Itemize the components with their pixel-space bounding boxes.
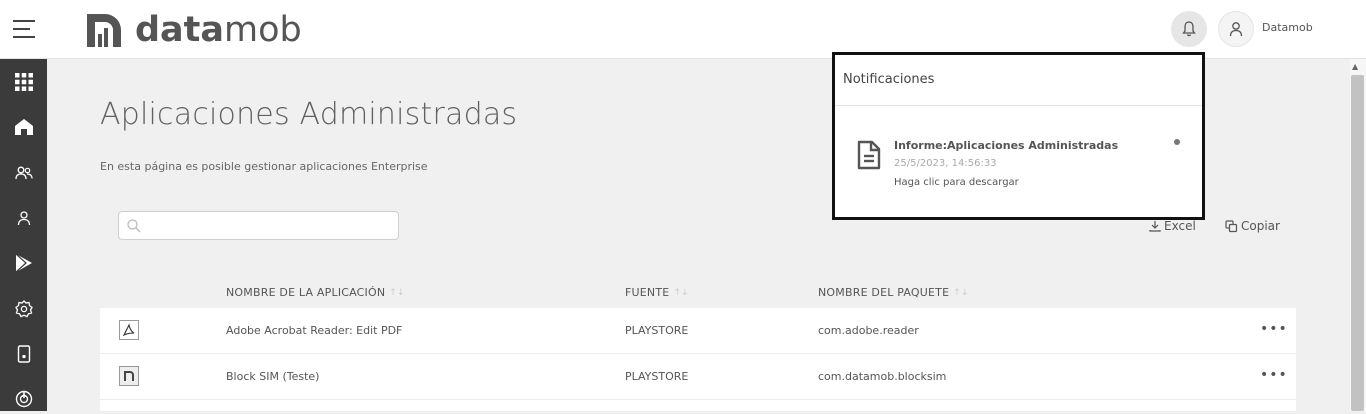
adobe-acrobat-app-icon bbox=[119, 320, 139, 340]
app-name: Block SIM (Teste) bbox=[226, 370, 320, 383]
user-name[interactable]: Datamob bbox=[1262, 21, 1313, 34]
sidebar-item-users[interactable] bbox=[0, 158, 47, 188]
divider bbox=[835, 105, 1202, 106]
sidebar-item-home[interactable] bbox=[0, 112, 47, 142]
play-store-icon bbox=[15, 253, 32, 273]
top-bar: datamob Datamob bbox=[0, 0, 1366, 59]
logo-mark-icon bbox=[87, 13, 121, 47]
sidebar-item-apps[interactable] bbox=[0, 67, 47, 97]
sidebar-item-playstore[interactable] bbox=[0, 248, 47, 278]
sort-icon: ↑↓ bbox=[389, 287, 405, 298]
unread-dot bbox=[1174, 139, 1180, 145]
search-icon bbox=[127, 219, 141, 233]
notification-title: Informe:Aplicaciones Administradas bbox=[894, 139, 1119, 152]
sidebar-item-power[interactable] bbox=[0, 384, 47, 414]
column-header-app-name[interactable]: NOMBRE DE LA APLICACIÓN ↑↓ bbox=[226, 286, 405, 299]
power-icon bbox=[15, 390, 32, 408]
page-title: Aplicaciones Administradas bbox=[100, 97, 518, 132]
user-avatar-button[interactable] bbox=[1218, 11, 1254, 47]
page-subtitle: En esta página es posible gestionar apli… bbox=[100, 160, 428, 173]
excel-export-button[interactable]: Excel bbox=[1149, 219, 1196, 233]
app-source: PLAYSTORE bbox=[625, 324, 689, 337]
scrollbar-thumb[interactable] bbox=[1351, 75, 1364, 411]
app-package: com.adobe.reader bbox=[818, 324, 919, 337]
home-icon bbox=[14, 119, 33, 135]
user-icon bbox=[17, 211, 30, 226]
sidebar bbox=[0, 59, 47, 411]
table-row[interactable] bbox=[100, 400, 1296, 412]
table-row[interactable]: Adobe Acrobat Reader: Edit PDF PLAYSTORE… bbox=[100, 308, 1296, 354]
copy-button[interactable]: Copiar bbox=[1225, 219, 1280, 233]
document-icon bbox=[857, 140, 881, 170]
device-icon bbox=[17, 345, 30, 363]
row-actions-button[interactable]: ••• bbox=[1260, 367, 1288, 383]
datamob-logo[interactable]: datamob bbox=[85, 10, 302, 50]
copy-icon bbox=[1225, 219, 1238, 232]
app-package: com.datamob.blocksim bbox=[818, 370, 947, 383]
app-name: Adobe Acrobat Reader: Edit PDF bbox=[226, 324, 403, 337]
block-sim-app-icon bbox=[119, 366, 139, 386]
notifications-title: Notificaciones bbox=[843, 72, 935, 87]
scroll-up-arrow-icon[interactable]: ▲ bbox=[1352, 62, 1358, 71]
search-input[interactable] bbox=[118, 211, 399, 240]
row-actions-button[interactable]: ••• bbox=[1260, 321, 1288, 337]
sidebar-item-user[interactable] bbox=[0, 203, 47, 233]
sidebar-item-device[interactable] bbox=[0, 339, 47, 369]
table-row[interactable]: Block SIM (Teste) PLAYSTORE com.datamob.… bbox=[100, 354, 1296, 400]
hamburger-icon[interactable] bbox=[13, 20, 35, 38]
download-icon bbox=[1149, 221, 1161, 232]
logo-text: datamob bbox=[135, 10, 302, 50]
notifications-button[interactable] bbox=[1171, 11, 1207, 47]
notifications-popup: Notificaciones Informe:Aplicaciones Admi… bbox=[832, 52, 1205, 220]
sort-icon: ↑↓ bbox=[953, 287, 969, 298]
excel-label: Excel bbox=[1164, 219, 1196, 233]
sort-icon: ↑↓ bbox=[673, 287, 689, 298]
column-header-package[interactable]: NOMBRE DEL PAQUETE ↑↓ bbox=[818, 286, 969, 299]
notification-message: Haga clic para descargar bbox=[894, 177, 1019, 188]
user-icon bbox=[1229, 22, 1243, 37]
notification-time: 25/5/2023, 14:56:33 bbox=[894, 158, 997, 169]
app-source: PLAYSTORE bbox=[625, 370, 689, 383]
bell-icon bbox=[1182, 21, 1196, 37]
sidebar-item-settings[interactable] bbox=[0, 294, 47, 324]
column-header-source[interactable]: FUENTE ↑↓ bbox=[625, 286, 689, 299]
apps-grid-icon bbox=[14, 73, 33, 91]
copy-label: Copiar bbox=[1241, 219, 1280, 233]
users-icon bbox=[14, 166, 33, 180]
settings-icon bbox=[14, 300, 33, 318]
